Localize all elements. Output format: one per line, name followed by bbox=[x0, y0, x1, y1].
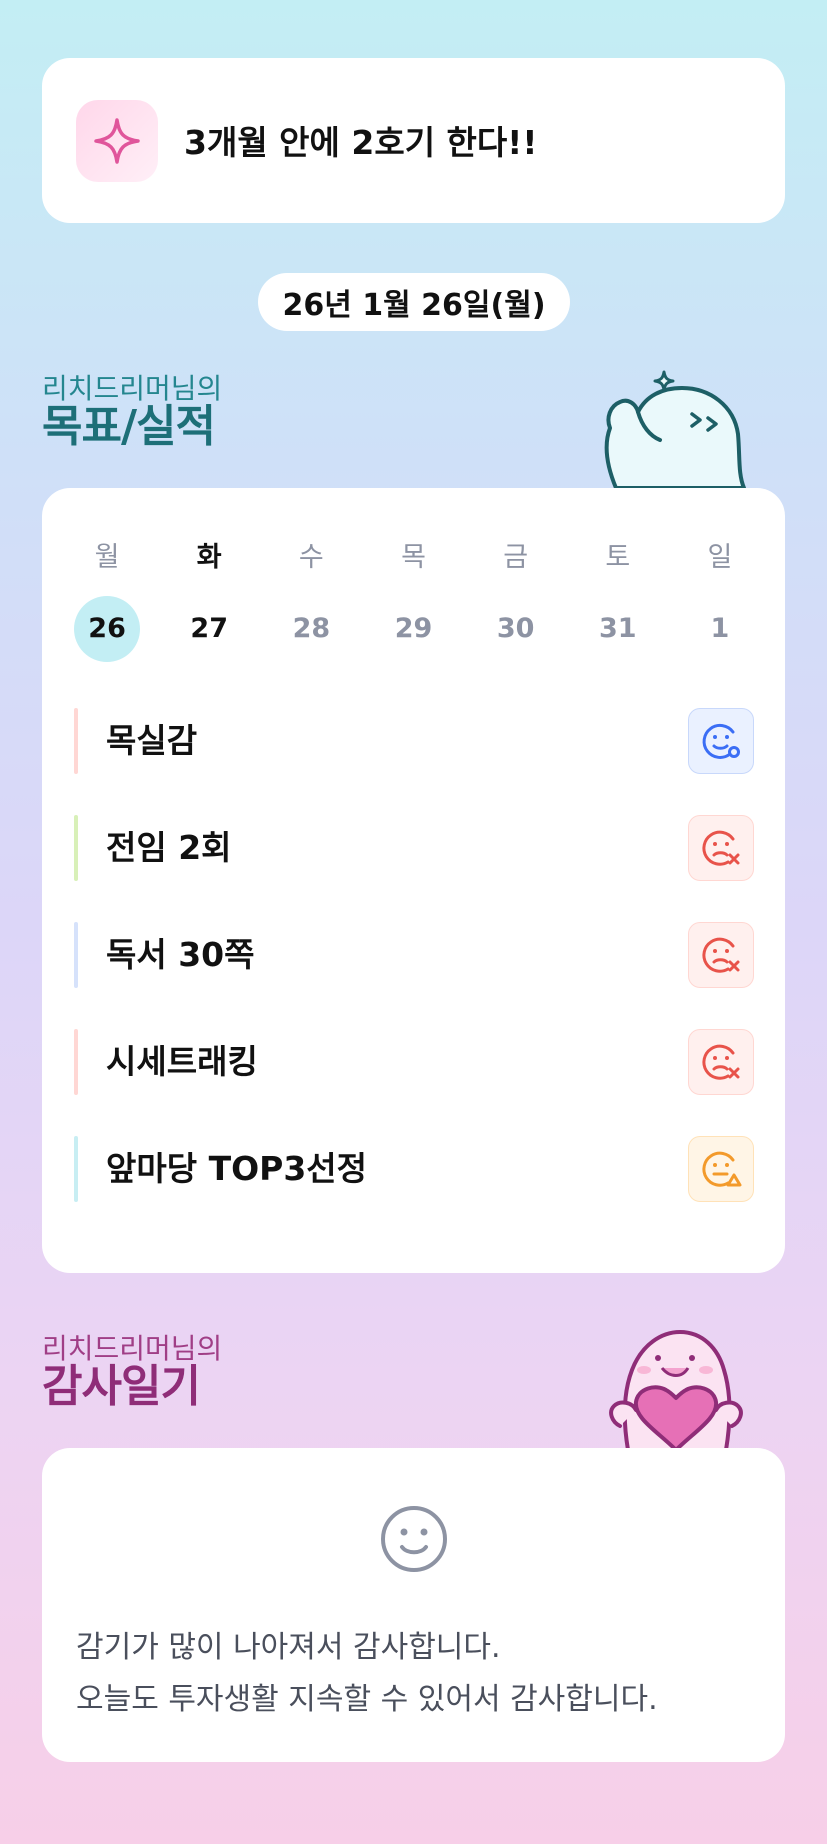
goals-owner-label: 리치드리머님의 bbox=[42, 372, 223, 405]
weekday-label: 금 bbox=[503, 542, 529, 573]
warn-face-icon[interactable] bbox=[688, 1136, 754, 1202]
weekday-label: 토 bbox=[605, 542, 631, 573]
date-number: 30 bbox=[496, 613, 535, 644]
gratitude-title: 감사일기 bbox=[42, 1361, 201, 1412]
weekday-label: 일 bbox=[707, 542, 733, 573]
date-selector[interactable]: 26년 1월 26일(월) bbox=[258, 273, 570, 331]
task-item[interactable]: 시세트래킹 bbox=[74, 1029, 754, 1095]
mascot-illustration bbox=[598, 366, 748, 494]
gratitude-section-title: 리치드리머님의 감사일기 bbox=[42, 1334, 222, 1410]
date-number: 26 bbox=[88, 613, 126, 644]
date-number: 1 bbox=[710, 613, 730, 644]
weekday-label: 월 bbox=[94, 542, 120, 573]
smile-icon bbox=[379, 1504, 449, 1578]
date-number: 31 bbox=[598, 613, 637, 644]
heart-mascot-illustration bbox=[598, 1326, 754, 1454]
task-name: 독서 30쪽 bbox=[106, 935, 255, 974]
weekday-header: 월 화 수 목 금 토 일 bbox=[56, 538, 771, 578]
date-number: 29 bbox=[394, 613, 433, 644]
bad-face-icon[interactable] bbox=[688, 815, 754, 881]
task-item[interactable]: 앞마당 TOP3선정 bbox=[74, 1136, 754, 1202]
bad-face-icon[interactable] bbox=[688, 1029, 754, 1095]
task-item[interactable]: 목실감 bbox=[74, 708, 754, 774]
task-name: 전임 2회 bbox=[106, 828, 232, 867]
task-color-bar bbox=[74, 708, 78, 774]
weekday-label: 수 bbox=[298, 542, 324, 573]
weekday-label: 목 bbox=[401, 542, 426, 573]
gratitude-line: 오늘도 투자생활 지속할 수 있어서 감사합니다. bbox=[76, 1682, 658, 1717]
date-cell-selected[interactable]: 26 bbox=[56, 596, 158, 662]
gratitude-card[interactable]: 감기가 많이 나아져서 감사합니다. 오늘도 투자생활 지속할 수 있어서 감사… bbox=[42, 1448, 785, 1762]
date-cell[interactable]: 28 bbox=[260, 596, 362, 662]
task-color-bar bbox=[74, 922, 78, 988]
goal-banner[interactable]: 3개월 안에 2호기 한다!! bbox=[42, 58, 785, 223]
date-cell[interactable]: 27 bbox=[158, 596, 260, 662]
gratitude-owner-label: 리치드리머님의 bbox=[42, 1332, 223, 1365]
date-number: 27 bbox=[190, 613, 228, 644]
goals-section-title: 리치드리머님의 목표/실적 bbox=[42, 374, 222, 450]
task-color-bar bbox=[74, 1029, 78, 1095]
task-name: 목실감 bbox=[106, 721, 198, 760]
date-cell[interactable]: 30 bbox=[465, 596, 567, 662]
date-cell[interactable]: 29 bbox=[362, 596, 464, 662]
gratitude-line: 감기가 많이 나아져서 감사합니다. bbox=[76, 1630, 501, 1665]
task-item[interactable]: 독서 30쪽 bbox=[74, 922, 754, 988]
bad-face-icon[interactable] bbox=[688, 922, 754, 988]
goals-title: 목표/실적 bbox=[42, 401, 216, 452]
date-cell[interactable]: 1 bbox=[669, 596, 771, 662]
task-name: 시세트래킹 bbox=[106, 1042, 258, 1081]
task-color-bar bbox=[74, 1136, 78, 1202]
goal-text: 3개월 안에 2호기 한다!! bbox=[184, 123, 538, 162]
task-color-bar bbox=[74, 815, 78, 881]
weekday-label: 화 bbox=[196, 542, 222, 573]
goals-card: 월 화 수 목 금 토 일 26 27 28 29 30 31 1 목실감 전임… bbox=[42, 488, 785, 1273]
good-face-icon[interactable] bbox=[688, 708, 754, 774]
sparkle-icon bbox=[76, 100, 158, 182]
task-name: 앞마당 TOP3선정 bbox=[106, 1149, 367, 1188]
task-item[interactable]: 전임 2회 bbox=[74, 815, 754, 881]
date-number: 28 bbox=[292, 613, 331, 644]
date-row: 26 27 28 29 30 31 1 bbox=[56, 596, 771, 662]
date-cell[interactable]: 31 bbox=[567, 596, 669, 662]
